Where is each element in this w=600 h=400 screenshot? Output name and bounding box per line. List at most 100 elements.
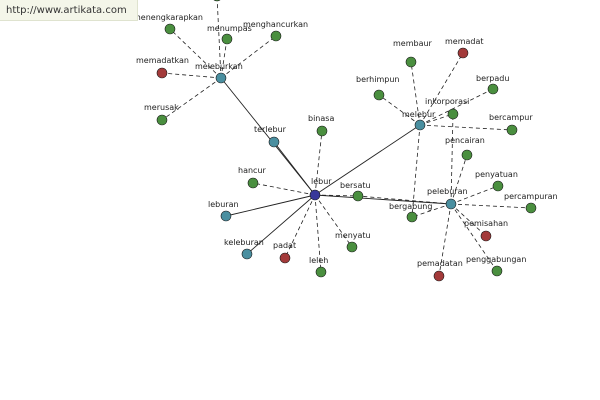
node-pencairan[interactable]: pencairan	[445, 136, 485, 161]
node-bercampur[interactable]: bercampur	[489, 113, 533, 136]
node-label-penggabungan: penggabungan	[466, 255, 526, 264]
node-label-bergabung: bergabung	[389, 202, 432, 211]
node-melebur[interactable]: melebur	[402, 110, 436, 131]
node-circle-berhimpun[interactable]	[373, 89, 385, 101]
node-circle-terlebur[interactable]	[268, 136, 280, 148]
node-label-inkorporasi: inkorporasi	[425, 97, 469, 106]
node-circle-inkorporasi[interactable]	[447, 108, 459, 120]
node-circle-menyatu[interactable]	[346, 241, 358, 253]
node-binasa[interactable]: binasa	[308, 114, 334, 137]
node-label-berhimpun: berhimpun	[356, 75, 399, 84]
node-berhimpun[interactable]: berhimpun	[356, 75, 399, 101]
node-penyatuan[interactable]: penyatuan	[475, 170, 518, 192]
node-circle-top_partial[interactable]	[212, 0, 222, 2]
node-memadatkan[interactable]: memadatkan	[136, 56, 189, 79]
node-hancur[interactable]: hancur	[238, 166, 267, 189]
node-label-pencairan: pencairan	[445, 136, 485, 145]
node-leleh[interactable]: leleh	[309, 256, 328, 278]
node-label-membaur: membaur	[393, 39, 433, 48]
node-circle-bercampur[interactable]	[506, 124, 518, 136]
node-label-lebur: lebur	[311, 177, 332, 186]
node-label-bersatu: bersatu	[340, 181, 371, 190]
node-circle-bergabung[interactable]	[406, 211, 418, 223]
node-label-menghancurkan: menghancurkan	[243, 20, 308, 29]
node-label-berpadu: berpadu	[476, 74, 509, 83]
node-circle-percampuran[interactable]	[525, 202, 537, 214]
node-circle-leleh[interactable]	[315, 266, 327, 278]
edge-peleburan-percampuran	[450, 203, 532, 209]
edge-meleburkan-merusak	[161, 77, 222, 121]
node-label-merusak: merusak	[144, 103, 179, 112]
edge-melebur-bercampur	[419, 124, 513, 131]
node-label-memadatkan: memadatkan	[136, 56, 189, 65]
node-percampuran[interactable]: percampuran	[504, 192, 558, 214]
node-label-terlebur: terlebur	[254, 125, 287, 134]
node-bergabung[interactable]: bergabung	[389, 202, 432, 223]
node-label-leburan: leburan	[208, 200, 239, 209]
edge-meleburkan-menumpas	[220, 38, 228, 79]
node-label-leleh: leleh	[309, 256, 328, 265]
node-label-penyatuan: penyatuan	[475, 170, 518, 179]
node-circle-pencairan[interactable]	[461, 149, 473, 161]
node-label-hancur: hancur	[238, 166, 267, 175]
node-label-binasa: binasa	[308, 114, 334, 123]
node-circle-lebur[interactable]	[309, 189, 321, 201]
node-circle-pemisahan[interactable]	[480, 230, 492, 242]
node-terlebur[interactable]: terlebur	[254, 125, 287, 148]
node-circle-leburan[interactable]	[220, 210, 232, 222]
edge-peleburan-pencairan	[450, 154, 468, 205]
node-memadat[interactable]: memadat	[445, 37, 484, 59]
watermark-url: http://www.artikata.com	[0, 0, 138, 21]
node-meleburkan[interactable]: meleburkan	[195, 62, 243, 84]
edge-lebur-hancur	[252, 182, 316, 196]
node-circle-merusak[interactable]	[156, 114, 168, 126]
node-circle-hancur[interactable]	[247, 177, 259, 189]
node-circle-keleburan[interactable]	[241, 248, 253, 260]
node-circle-membaur[interactable]	[405, 56, 417, 68]
node-circle-penyatuan[interactable]	[492, 180, 504, 192]
node-circle-menengkarapkan[interactable]	[164, 23, 176, 35]
node-circle-berpadu[interactable]	[487, 83, 499, 95]
node-menyatu[interactable]: menyatu	[335, 231, 371, 253]
node-circle-menghancurkan[interactable]	[270, 30, 282, 42]
node-pemisahan[interactable]: pemisahan	[464, 219, 508, 242]
node-menengkarapkan[interactable]: menengkarapkan	[133, 13, 203, 35]
edge-lebur-leburan	[225, 194, 316, 217]
edge-meleburkan-memadatkan	[161, 72, 222, 79]
node-circle-melebur[interactable]	[414, 119, 426, 131]
node-berpadu[interactable]: berpadu	[476, 74, 509, 95]
node-label-pemadatan: pemadatan	[417, 259, 463, 268]
node-label-meleburkan: meleburkan	[195, 62, 243, 71]
node-circle-peleburan[interactable]	[445, 198, 457, 210]
node-circle-bersatu[interactable]	[352, 190, 364, 202]
node-peleburan[interactable]: peleburan	[427, 187, 468, 210]
node-circle-pemadatan[interactable]	[433, 270, 445, 282]
node-label-padat: padat	[273, 241, 296, 250]
node-label-pemisahan: pemisahan	[464, 219, 508, 228]
nodes-layer: lebur melebur meleburkan terlebur peleburan l…	[133, 0, 558, 282]
edge-lebur-terlebur	[273, 141, 316, 196]
node-circle-memadat[interactable]	[457, 47, 469, 59]
node-label-menyatu: menyatu	[335, 231, 371, 240]
node-circle-padat[interactable]	[279, 252, 291, 264]
word-network-graph: lebur melebur meleburkan terlebur peleburan l…	[133, 0, 558, 282]
node-circle-binasa[interactable]	[316, 125, 328, 137]
node-label-bercampur: bercampur	[489, 113, 533, 122]
node-membaur[interactable]: membaur	[393, 39, 433, 68]
node-circle-meleburkan[interactable]	[215, 72, 227, 84]
node-menghancurkan[interactable]: menghancurkan	[243, 20, 308, 42]
node-keleburan[interactable]: keleburan	[224, 238, 264, 260]
node-penggabungan[interactable]: penggabungan	[466, 255, 526, 277]
node-merusak[interactable]: merusak	[144, 103, 179, 126]
node-top_partial[interactable]	[212, 0, 222, 2]
node-label-melebur: melebur	[402, 110, 436, 119]
node-label-percampuran: percampuran	[504, 192, 558, 201]
node-circle-penggabungan[interactable]	[491, 265, 503, 277]
node-lebur[interactable]: lebur	[309, 177, 332, 201]
node-circle-memadatkan[interactable]	[156, 67, 168, 79]
node-circle-menumpas[interactable]	[221, 33, 233, 45]
node-padat[interactable]: padat	[273, 241, 296, 264]
node-label-keleburan: keleburan	[224, 238, 264, 247]
node-leburan[interactable]: leburan	[208, 200, 239, 222]
node-label-peleburan: peleburan	[427, 187, 468, 196]
